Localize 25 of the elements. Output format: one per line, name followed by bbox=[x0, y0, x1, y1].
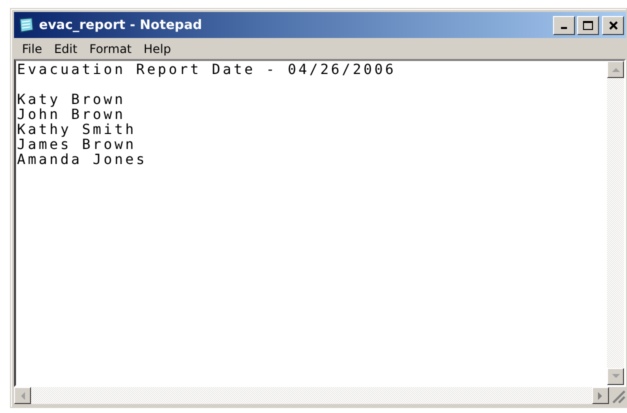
vertical-scrollbar[interactable] bbox=[607, 61, 624, 385]
minimize-button[interactable] bbox=[553, 16, 575, 34]
name-line: Katy Brown bbox=[17, 93, 126, 108]
maximize-icon bbox=[583, 20, 593, 30]
maximize-button[interactable] bbox=[577, 16, 599, 34]
close-button[interactable] bbox=[602, 16, 624, 34]
scroll-up-icon[interactable] bbox=[607, 61, 624, 78]
window-title: evac_report - Notepad bbox=[39, 18, 204, 32]
minimize-icon bbox=[561, 27, 567, 29]
report-heading: Evacuation Report Date - 04/26/2006 bbox=[17, 63, 396, 78]
scroll-left-icon[interactable] bbox=[14, 387, 31, 404]
close-icon bbox=[608, 20, 618, 30]
menu-item[interactable]: File bbox=[16, 42, 48, 56]
text-area[interactable]: Evacuation Report Date - 04/26/2006 Katy Brown John Brown Kathy Smith James Brown Amanda Jones bbox=[14, 59, 626, 387]
menu-item[interactable]: Format bbox=[83, 42, 138, 56]
name-line: Amanda Jones bbox=[17, 153, 147, 168]
name-line: John Brown bbox=[17, 108, 126, 123]
scroll-down-icon[interactable] bbox=[607, 368, 624, 385]
horizontal-scrollbar[interactable] bbox=[14, 387, 609, 404]
menu-item[interactable]: Help bbox=[138, 42, 177, 56]
name-line: Kathy Smith bbox=[17, 123, 136, 138]
notepad-icon bbox=[17, 17, 35, 33]
menu-item[interactable]: Edit bbox=[48, 42, 84, 56]
scroll-right-icon[interactable] bbox=[592, 387, 609, 404]
name-line: James Brown bbox=[17, 138, 136, 153]
